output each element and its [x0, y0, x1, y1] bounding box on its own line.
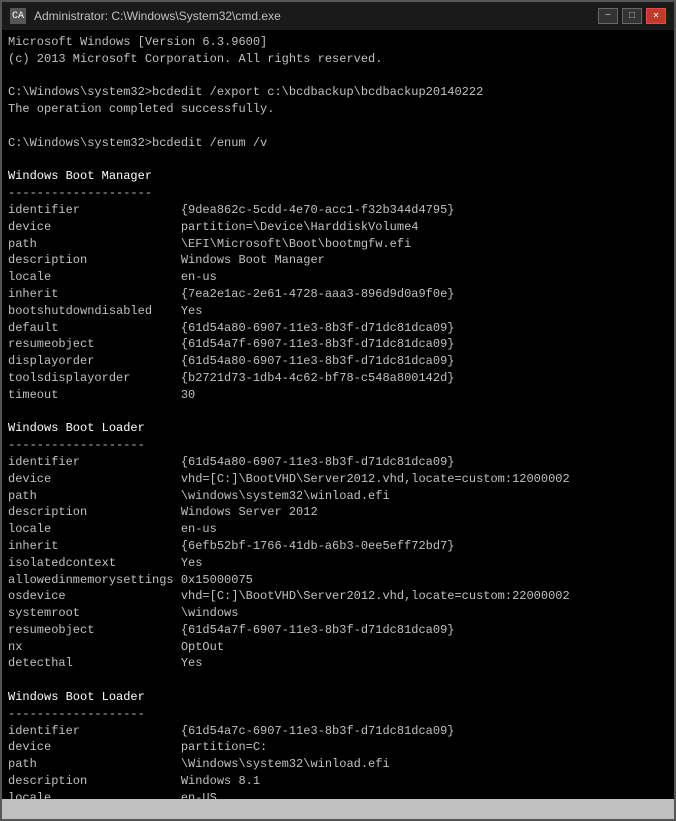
- console-line: device partition=C:: [8, 739, 668, 756]
- section-header: Windows Boot Manager: [8, 168, 668, 185]
- console-line: device vhd=[C:]\BootVHD\Server2012.vhd,l…: [8, 471, 668, 488]
- console-line: isolatedcontext Yes: [8, 555, 668, 572]
- console-line: Microsoft Windows [Version 6.3.9600]: [8, 34, 668, 51]
- console-line: path \EFI\Microsoft\Boot\bootmgfw.efi: [8, 236, 668, 253]
- console-line: locale en-US: [8, 790, 668, 799]
- console-line: identifier {9dea862c-5cdd-4e70-acc1-f32b…: [8, 202, 668, 219]
- window-title: Administrator: C:\Windows\System32\cmd.e…: [34, 9, 281, 23]
- cmd-window: CA Administrator: C:\Windows\System32\cm…: [0, 0, 676, 821]
- console-line: device partition=\Device\HarddiskVolume4: [8, 219, 668, 236]
- console-line: timeout 30: [8, 387, 668, 404]
- console-line: [8, 118, 668, 135]
- console-line: bootshutdowndisabled Yes: [8, 303, 668, 320]
- console-line: C:\Windows\system32>bcdedit /export c:\b…: [8, 84, 668, 101]
- console-line: detecthal Yes: [8, 655, 668, 672]
- console-line: [8, 404, 668, 421]
- console-line: identifier {61d54a7c-6907-11e3-8b3f-d71d…: [8, 723, 668, 740]
- section-header: Windows Boot Loader: [8, 689, 668, 706]
- console-line: --------------------: [8, 185, 668, 202]
- console-line: [8, 672, 668, 689]
- console-line: -------------------: [8, 706, 668, 723]
- console-line: inherit {7ea2e1ac-2e61-4728-aaa3-896d9d0…: [8, 286, 668, 303]
- restore-button[interactable]: □: [622, 8, 642, 24]
- console-line: [8, 152, 668, 169]
- console-line: inherit {6efb52bf-1766-41db-a6b3-0ee5eff…: [8, 538, 668, 555]
- section-header: Windows Boot Loader: [8, 420, 668, 437]
- console-output[interactable]: Microsoft Windows [Version 6.3.9600](c) …: [2, 30, 674, 799]
- close-button[interactable]: ✕: [646, 8, 666, 24]
- console-line: systemroot \windows: [8, 605, 668, 622]
- console-line: description Windows Server 2012: [8, 504, 668, 521]
- console-line: description Windows 8.1: [8, 773, 668, 790]
- console-line: displayorder {61d54a80-6907-11e3-8b3f-d7…: [8, 353, 668, 370]
- console-line: osdevice vhd=[C:]\BootVHD\Server2012.vhd…: [8, 588, 668, 605]
- title-bar: CA Administrator: C:\Windows\System32\cm…: [2, 2, 674, 30]
- cmd-icon: CA: [10, 8, 26, 24]
- bottom-bar: [2, 799, 674, 819]
- minimize-button[interactable]: −: [598, 8, 618, 24]
- console-line: -------------------: [8, 437, 668, 454]
- console-line: resumeobject {61d54a7f-6907-11e3-8b3f-d7…: [8, 336, 668, 353]
- console-line: C:\Windows\system32>bcdedit /enum /v: [8, 135, 668, 152]
- window-controls: − □ ✕: [598, 8, 666, 24]
- console-line: nx OptOut: [8, 639, 668, 656]
- console-line: default {61d54a80-6907-11e3-8b3f-d71dc81…: [8, 320, 668, 337]
- console-line: The operation completed successfully.: [8, 101, 668, 118]
- console-line: locale en-us: [8, 521, 668, 538]
- console-line: resumeobject {61d54a7f-6907-11e3-8b3f-d7…: [8, 622, 668, 639]
- console-line: [8, 68, 668, 85]
- console-line: allowedinmemorysettings 0x15000075: [8, 572, 668, 589]
- console-line: path \windows\system32\winload.efi: [8, 488, 668, 505]
- console-line: toolsdisplayorder {b2721d73-1db4-4c62-bf…: [8, 370, 668, 387]
- console-line: identifier {61d54a80-6907-11e3-8b3f-d71d…: [8, 454, 668, 471]
- console-line: locale en-us: [8, 269, 668, 286]
- console-line: path \Windows\system32\winload.efi: [8, 756, 668, 773]
- console-line: (c) 2013 Microsoft Corporation. All righ…: [8, 51, 668, 68]
- console-line: description Windows Boot Manager: [8, 252, 668, 269]
- title-bar-left: CA Administrator: C:\Windows\System32\cm…: [10, 8, 281, 24]
